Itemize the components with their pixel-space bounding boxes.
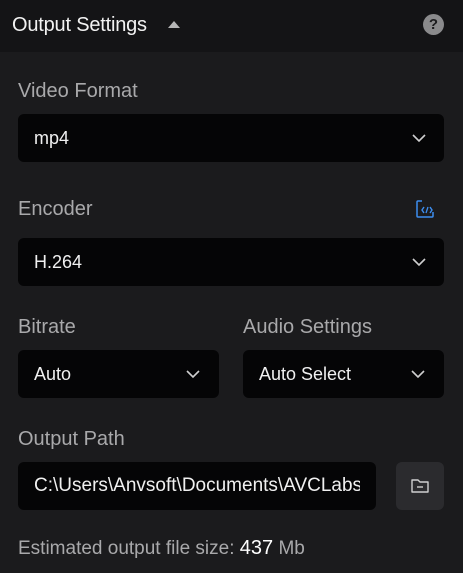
estimated-size-unit: Mb [278, 538, 305, 559]
output-path-input[interactable]: C:\Users\Anvsoft\Documents\AVCLabs [18, 462, 376, 510]
encoder-value: H.264 [34, 252, 83, 272]
estimated-size-prefix: Estimated output file size: [18, 538, 235, 559]
output-path-label: Output Path [18, 428, 125, 450]
audio-settings-select[interactable]: Auto Select [243, 350, 444, 398]
collapse-caret-icon[interactable] [168, 21, 180, 28]
chevron-down-icon [410, 366, 426, 382]
video-format-select[interactable]: mp4 [18, 114, 444, 162]
chevron-down-icon [185, 366, 201, 382]
video-format-value: mp4 [34, 128, 70, 148]
video-format-label: Video Format [18, 80, 138, 102]
help-icon[interactable]: ? [423, 14, 444, 35]
bitrate-value: Auto [34, 364, 72, 384]
chevron-down-icon [411, 254, 427, 270]
bitrate-label: Bitrate [18, 316, 76, 338]
estimated-size-value: 437 [239, 537, 274, 559]
estimated-size-text: Estimated output file size: 437 Mb [18, 536, 305, 561]
bitrate-select[interactable]: Auto [18, 350, 219, 398]
output-settings-header[interactable]: Output Settings ? [0, 0, 463, 52]
panel-title: Output Settings [12, 14, 147, 36]
chevron-down-icon [411, 130, 427, 146]
output-path-value: C:\Users\Anvsoft\Documents\AVCLabs [34, 475, 360, 496]
audio-settings-label: Audio Settings [243, 316, 372, 338]
encoder-label: Encoder [18, 198, 93, 220]
encoder-select[interactable]: H.264 [18, 238, 444, 286]
folder-icon [411, 479, 429, 493]
code-settings-icon[interactable] [414, 198, 436, 220]
audio-settings-value: Auto Select [259, 364, 352, 384]
browse-folder-button[interactable] [396, 462, 444, 510]
